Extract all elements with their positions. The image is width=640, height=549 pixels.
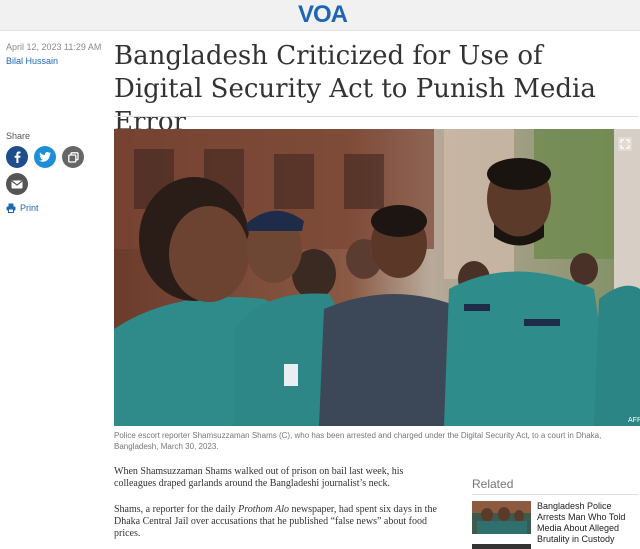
facebook-share-button[interactable]	[6, 146, 28, 168]
expand-photo-button[interactable]	[618, 137, 632, 151]
related-divider	[472, 494, 638, 495]
article-paragraph-2: Shams, a reporter for the daily Prothom …	[114, 504, 444, 540]
related-thumbnail-2[interactable]	[472, 544, 531, 549]
paragraph-2-start: Shams, a reporter for the daily	[114, 504, 239, 515]
copy-link-button[interactable]	[62, 146, 84, 168]
print-label: Print	[20, 203, 39, 213]
logo-text: VOA	[298, 1, 348, 28]
share-label: Share	[6, 131, 31, 141]
copy-link-icon	[67, 151, 79, 163]
photo-illustration: AFP	[114, 129, 640, 426]
photo-caption: Police escort reporter Shamsuzzaman Sham…	[114, 431, 602, 451]
twitter-share-button[interactable]	[34, 146, 56, 168]
title-divider	[114, 116, 638, 117]
newspaper-name: Prothom Alo	[238, 504, 289, 515]
article-date: April 12, 2023 11:29 AM	[6, 42, 102, 52]
top-bar: VOA	[0, 0, 640, 31]
print-button[interactable]: Print	[6, 203, 39, 213]
article-author[interactable]: Bilal Hussain	[6, 56, 58, 66]
facebook-icon	[14, 151, 21, 163]
voa-logo[interactable]: VOA	[298, 1, 348, 28]
article-photo[interactable]: AFP	[114, 129, 640, 426]
expand-icon	[620, 139, 630, 149]
related-item-title: Bangladesh Police Arrests Man Who Told M…	[537, 501, 626, 544]
article-paragraph-1: When Shamsuzzaman Shams walked out of pr…	[114, 466, 404, 489]
email-share-button[interactable]	[6, 173, 28, 195]
related-item[interactable]: Bangladesh Police Arrests Man Who Told M…	[472, 501, 640, 545]
photo-credit: AFP	[628, 417, 640, 424]
related-heading: Related	[472, 477, 514, 491]
twitter-icon	[39, 152, 51, 162]
related-thumbnail	[472, 501, 531, 534]
article-title: Bangladesh Criticized for Use of Digital…	[114, 41, 596, 137]
email-icon	[11, 180, 23, 188]
print-icon	[6, 203, 16, 213]
